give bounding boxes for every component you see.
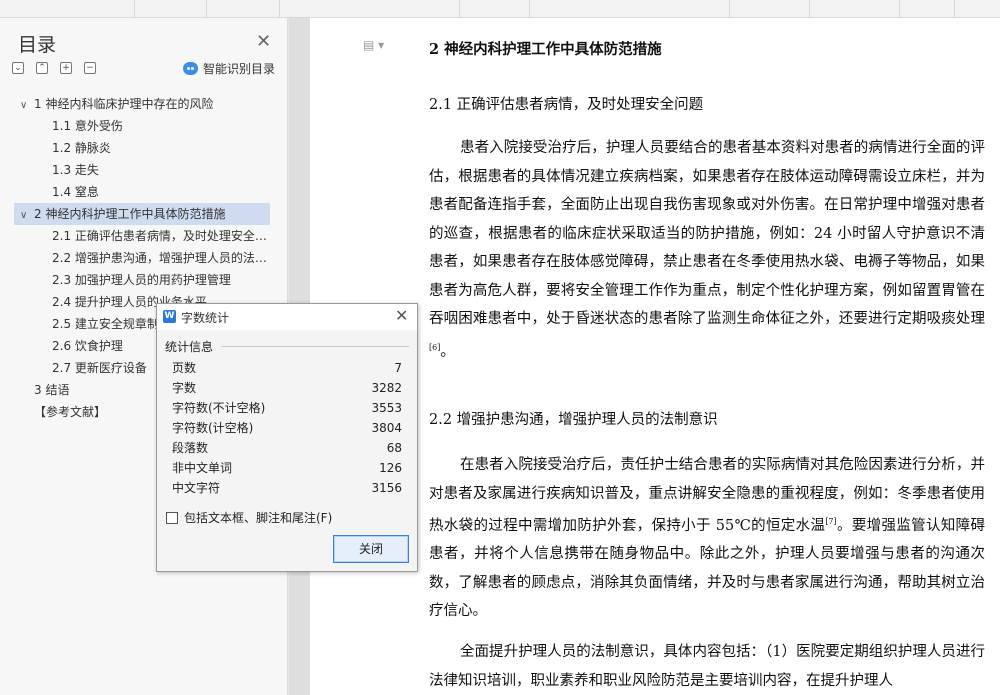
close-icon[interactable]: ✕: [256, 31, 271, 52]
sidebar-title: 目录: [18, 34, 57, 56]
stat-row: 字符数(计空格) 3804: [172, 421, 402, 435]
smart-toc-label: 智能识别目录: [203, 62, 276, 76]
toc-item-selected[interactable]: ∨ 2 神经内科护理工作中具体防范措施: [14, 203, 270, 225]
section-label: 统计信息: [165, 340, 214, 354]
top-toolbar: [0, 0, 1000, 18]
toc-item[interactable]: 1.1 意外受伤: [14, 115, 270, 137]
toc-item[interactable]: 1.2 静脉炎: [14, 137, 270, 159]
toc-item[interactable]: 2.3 加强护理人员的用药护理管理: [14, 269, 270, 291]
toolbar-segment[interactable]: [900, 0, 955, 18]
toc-item[interactable]: ∨ 1 神经内科临床护理中存在的风险: [14, 93, 270, 115]
toolbar-segment[interactable]: [0, 0, 135, 18]
close-button[interactable]: 关闭: [333, 535, 409, 563]
toolbar-segment[interactable]: [280, 0, 460, 18]
heading-2-1: 2.1 正确评估患者病情，及时处理安全问题: [429, 97, 704, 113]
collapse-all-icon[interactable]: ⌃: [36, 62, 48, 74]
close-icon[interactable]: ✕: [395, 306, 408, 325]
minus-icon[interactable]: −: [84, 62, 96, 74]
toc-item[interactable]: 1.4 窒息: [14, 181, 270, 203]
checkbox-label: 包括文本框、脚注和尾注(F): [184, 511, 333, 525]
toolbar-segment[interactable]: [730, 0, 810, 18]
paragraph-2: 在患者入院接受治疗后，责任护士结合患者的实际病情对其危险因素进行分析，并对患者及…: [429, 457, 985, 620]
document-icon[interactable]: ▤ ▾: [363, 38, 384, 52]
stat-row: 非中文单词 126: [172, 461, 402, 475]
word-count-dialog: W 字数统计 ✕ 统计信息 页数 7 字数 3282 字符数(不计空格) 3553 字…: [156, 303, 418, 572]
app-logo-icon: W: [163, 310, 176, 323]
heading-2-2: 2.2 增强护患沟通，增强护理人员的法制意识: [429, 412, 718, 428]
paragraph-1: 患者入院接受治疗后，护理人员要结合的患者基本资料对患者的病情进行全面的评估，根据…: [429, 140, 985, 360]
expand-all-icon[interactable]: ⌄: [12, 62, 24, 74]
toolbar-segment[interactable]: [530, 0, 730, 18]
citation: [7]: [825, 517, 837, 526]
paragraph-3: 全面提升护理人员的法制意识，具体内容包括：（1）医院要定期组织护理人员进行法律知…: [429, 644, 985, 689]
smart-toc-button[interactable]: 智能识别目录: [183, 60, 275, 77]
dialog-title: 字数统计: [181, 311, 230, 325]
chevron-down-icon[interactable]: ∨: [20, 205, 34, 225]
divider: [221, 346, 409, 347]
toc-item[interactable]: 2.1 正确评估患者病情，及时处理安全问题: [14, 225, 270, 247]
dialog-titlebar[interactable]: W 字数统计 ✕: [157, 304, 417, 330]
stat-row: 字符数(不计空格) 3553: [172, 401, 402, 415]
checkbox-box[interactable]: [166, 511, 178, 524]
toolbar-segment[interactable]: [135, 0, 207, 18]
toolbar-segment[interactable]: [460, 0, 530, 18]
stat-row: 中文字符 3156: [172, 481, 402, 495]
heading-1: 2 神经内科护理工作中具体防范措施: [429, 41, 662, 58]
stat-row: 页数 7: [172, 361, 402, 375]
toc-item[interactable]: 1.3 走失: [14, 159, 270, 181]
stat-row: 字数 3282: [172, 381, 402, 395]
toolbar-segment[interactable]: [207, 0, 280, 18]
chevron-down-icon[interactable]: ∨: [20, 95, 34, 115]
plus-icon[interactable]: +: [60, 62, 72, 74]
toolbar-segment[interactable]: [810, 0, 900, 18]
stat-row: 段落数 68: [172, 441, 402, 455]
include-notes-checkbox[interactable]: 包括文本框、脚注和尾注(F): [166, 509, 332, 526]
citation: [6]: [429, 342, 441, 352]
robot-icon: [183, 62, 198, 75]
toc-item[interactable]: 2.2 增强护患沟通，增强护理人员的法制意识: [14, 247, 270, 269]
